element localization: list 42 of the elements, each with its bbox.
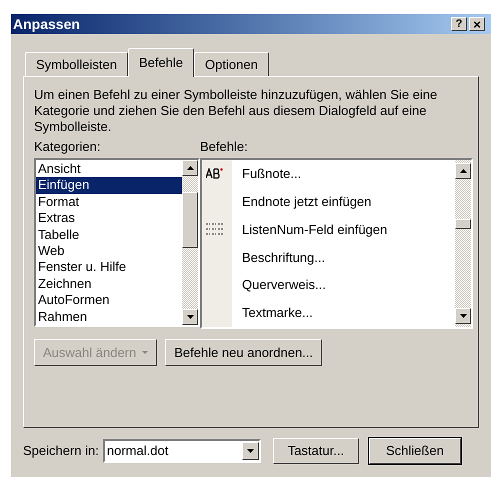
category-item[interactable]: Fenster u. Hilfe	[36, 259, 182, 276]
command-item[interactable]: ListenNum-Feld einfügen	[232, 220, 388, 240]
tab[interactable]: Optionen	[194, 52, 269, 77]
save-in-label: Speichern in:	[23, 442, 99, 460]
command-item[interactable]: Textmarke...	[232, 303, 313, 323]
commands-list[interactable]: Fußnote... Endnote jetzt einfügen ListenNum-Feld einfügen Beschriftung... Querverweis... Textmarke...	[200, 158, 473, 329]
categories-list[interactable]: Ansicht Einfügen Format Extras Tabelle Web Fenster u. Hilfe Zeichnen AutoFormen Rahmen	[34, 158, 200, 327]
command-item[interactable]: Fußnote...	[232, 164, 302, 184]
list-number-icon	[206, 222, 224, 236]
scroll-up-icon[interactable]	[182, 160, 198, 176]
category-item[interactable]: Rahmen	[36, 308, 182, 326]
category-item[interactable]: Einfügen	[36, 177, 182, 194]
tab[interactable]: Symbolleisten	[25, 52, 128, 77]
scroll-thumb[interactable]	[182, 192, 198, 248]
button[interactable]: Tastatur...	[272, 438, 359, 464]
commands-label: Befehle:	[200, 139, 249, 155]
tab[interactable]: Befehle	[128, 48, 194, 77]
category-item[interactable]: Tabelle	[36, 226, 182, 244]
button[interactable]: Schließen	[368, 438, 461, 464]
description-text: Um einen Befehl zu einer Symbolleiste hinzuzufügen, wählen Sie eine Kategorie und ziehen Sie den Befehl aus diesem Dialogfeld auf eine Symbolleiste.	[34, 87, 438, 135]
close-button[interactable]: ×	[469, 17, 485, 31]
scroll-down-icon[interactable]	[182, 309, 198, 325]
category-item[interactable]: Web	[36, 243, 182, 260]
scroll-down-icon[interactable]	[455, 308, 471, 324]
category-item[interactable]: Extras	[36, 210, 182, 227]
command-item[interactable]: Querverweis...	[232, 275, 326, 295]
category-item[interactable]: Format	[36, 194, 182, 210]
help-button[interactable]: ?	[451, 17, 467, 31]
scrollbar[interactable]	[182, 160, 198, 325]
scroll-thumb[interactable]	[455, 219, 471, 229]
category-item[interactable]: AutoFormen	[36, 292, 182, 309]
command-item[interactable]: Beschriftung...	[232, 248, 326, 268]
save-in-dropdown[interactable]: normal.dot	[102, 439, 261, 463]
scrollbar[interactable]	[455, 160, 471, 327]
command-item[interactable]: Endnote jetzt einfügen	[232, 192, 372, 212]
footnote-icon	[206, 168, 223, 180]
category-item[interactable]: Zeichnen	[36, 276, 182, 292]
button[interactable]: Befehle neu anordnen...	[165, 339, 322, 366]
category-item[interactable]: Ansicht	[36, 161, 182, 178]
window-title: Anpassen	[13, 14, 81, 34]
scroll-up-icon[interactable]	[455, 163, 471, 179]
categories-label: Kategorien:	[34, 139, 102, 155]
